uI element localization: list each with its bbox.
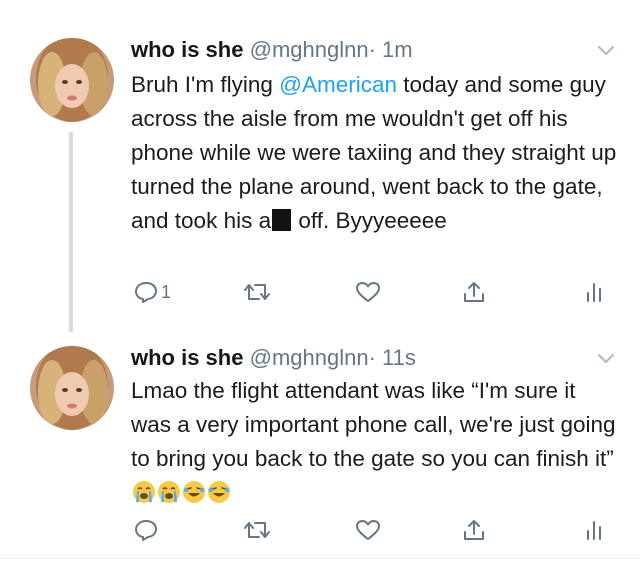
divider <box>0 558 640 559</box>
redaction-box <box>272 209 292 231</box>
share-icon <box>464 520 484 540</box>
author-name[interactable]: who is she <box>131 37 243 62</box>
separator: · <box>368 345 376 370</box>
tweet-header: who is she @mghnglnn· 1m <box>131 36 413 64</box>
tweet-actions: 1 <box>0 278 640 306</box>
avatar[interactable] <box>30 38 114 122</box>
weeping-emoji-icon <box>157 480 181 504</box>
tweet-header: who is she @mghnglnn· 11s <box>131 344 416 372</box>
retweet-icon <box>244 522 270 538</box>
like-button[interactable] <box>355 278 381 306</box>
like-button[interactable] <box>355 516 381 544</box>
author-name[interactable]: who is she <box>131 345 243 370</box>
analytics-icon <box>587 521 601 540</box>
tweet-text: Lmao the flight attendant was like “I'm … <box>131 374 621 510</box>
like-icon <box>356 282 380 302</box>
chevron-down-icon[interactable] <box>596 44 616 58</box>
retweet-button[interactable] <box>242 516 272 544</box>
like-icon <box>356 520 380 540</box>
tweet-text-part: Lmao the flight attendant was like “I'm … <box>131 378 616 471</box>
retweet-icon <box>244 284 270 300</box>
analytics-icon <box>587 283 601 302</box>
reply-button[interactable] <box>133 516 161 544</box>
retweet-button[interactable] <box>242 278 272 306</box>
laughing-emoji-icon <box>182 480 206 504</box>
author-handle[interactable]: @mghnglnn <box>250 37 369 62</box>
reply-icon <box>135 520 157 541</box>
reply-icon <box>135 282 157 303</box>
separator: · <box>368 37 376 62</box>
weeping-emoji-icon <box>132 480 156 504</box>
share-icon <box>464 282 484 302</box>
analytics-button[interactable] <box>584 516 604 544</box>
author-handle[interactable]: @mghnglnn <box>250 345 369 370</box>
share-button[interactable] <box>461 516 487 544</box>
chevron-down-icon[interactable] <box>596 352 616 366</box>
tweet-text-part: Bruh I'm flying <box>131 72 280 97</box>
tweet-text: Bruh I'm flying @American today and some… <box>131 68 621 238</box>
tweet-actions <box>0 516 640 544</box>
timestamp[interactable]: 11s <box>382 345 416 370</box>
mention-link[interactable]: @American <box>279 72 397 97</box>
avatar[interactable] <box>30 346 114 430</box>
timestamp[interactable]: 1m <box>382 37 413 62</box>
avatar-image <box>30 38 114 122</box>
share-button[interactable] <box>461 278 487 306</box>
tweet-text-part: off. Byyyeeeee <box>292 208 447 233</box>
reply-button[interactable]: 1 <box>133 278 171 306</box>
reply-count: 1 <box>161 281 172 302</box>
avatar-image <box>30 346 114 430</box>
analytics-button[interactable] <box>584 278 604 306</box>
laughing-emoji-icon <box>207 480 231 504</box>
